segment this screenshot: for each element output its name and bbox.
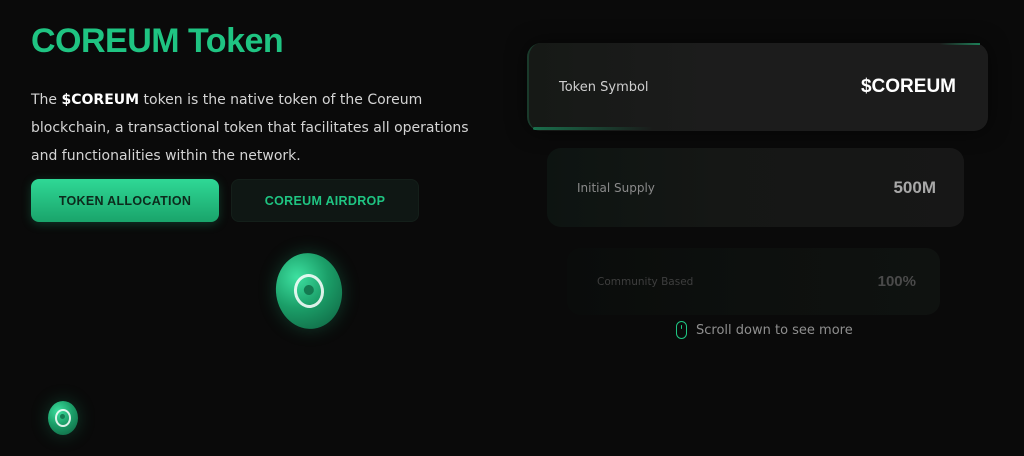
description-prefix: The — [31, 92, 62, 108]
community-based-card: Community Based 100% — [567, 248, 940, 315]
page: COREUM Token The $COREUM token is the na… — [0, 0, 1024, 456]
scroll-hint[interactable]: Scroll down to see more — [676, 320, 853, 340]
coreum-airdrop-label: COREUM AIRDROP — [264, 193, 386, 208]
page-title: COREUM Token — [31, 22, 284, 60]
coreum-airdrop-button[interactable]: COREUM AIRDROP — [231, 179, 419, 222]
token-symbol-value: $COREUM — [860, 76, 956, 97]
token-symbol-card: Token Symbol $COREUM — [527, 43, 988, 131]
mouse-icon — [676, 321, 687, 339]
token-description: The $COREUM token is the native token of… — [31, 86, 481, 170]
coreum-coin-small-icon — [48, 401, 78, 435]
scroll-hint-text: Scroll down to see more — [696, 322, 853, 338]
token-symbol-label: Token Symbol — [559, 79, 649, 95]
token-allocation-button[interactable]: TOKEN ALLOCATION — [31, 179, 219, 222]
description-token-symbol: $COREUM — [61, 92, 140, 108]
coreum-coin-icon — [271, 248, 347, 334]
coin-center — [60, 414, 65, 419]
initial-supply-card: Initial Supply 500M — [547, 148, 964, 227]
community-based-value: 100% — [877, 273, 916, 290]
initial-supply-label: Initial Supply — [577, 180, 655, 195]
initial-supply-value: 500M — [893, 177, 936, 197]
token-allocation-label: TOKEN ALLOCATION — [58, 193, 192, 208]
community-based-label: Community Based — [597, 275, 694, 288]
